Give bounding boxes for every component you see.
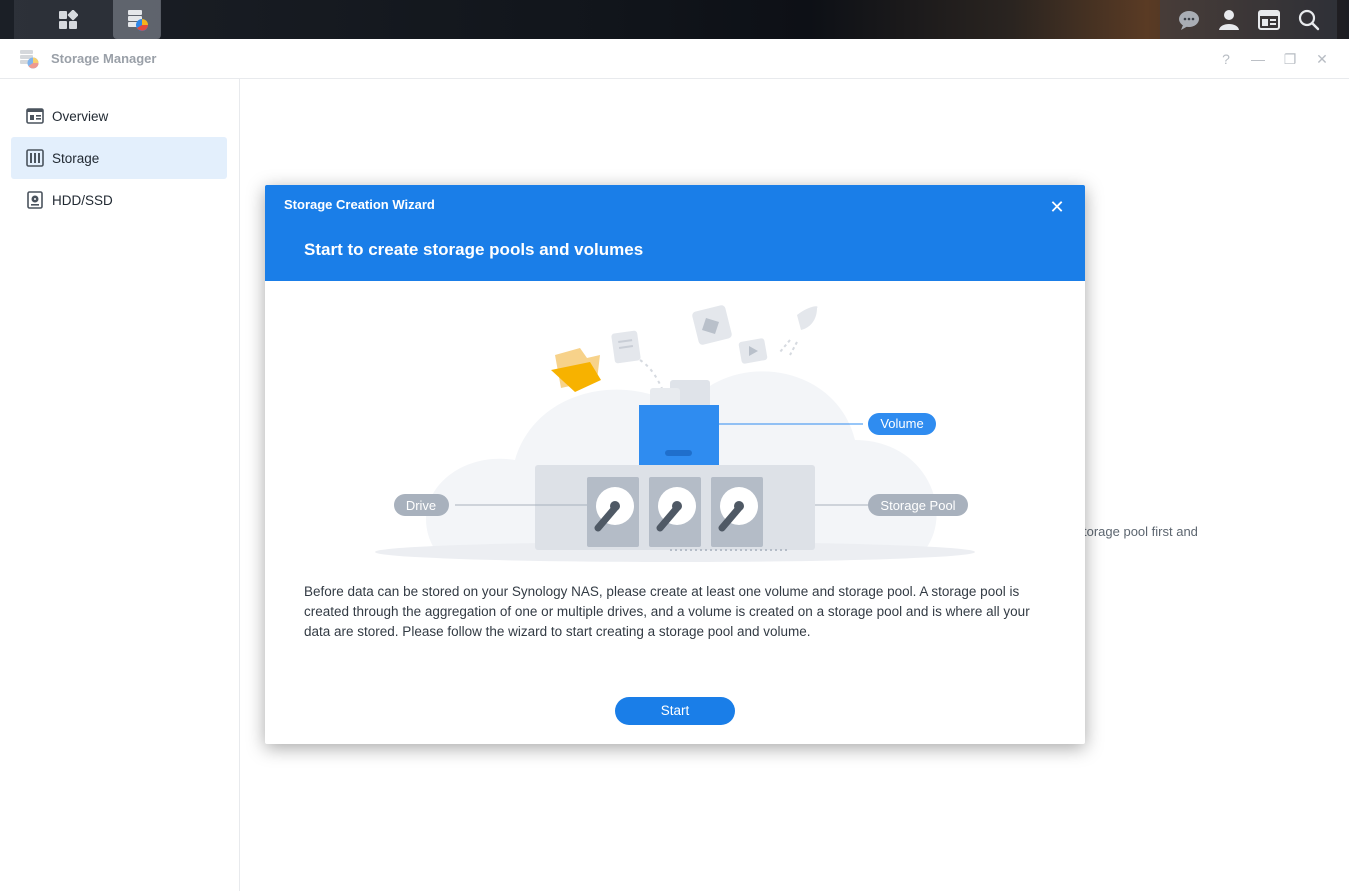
sidebar-item-label: HDD/SSD — [52, 192, 113, 208]
storage-illustration: Volume Drive Storage Pool — [375, 305, 975, 562]
storage-pool-label: Storage Pool — [880, 498, 955, 513]
sidebar-item-hdd-ssd[interactable]: HDD/SSD — [11, 179, 227, 221]
sidebar-item-overview[interactable]: Overview — [11, 95, 227, 137]
sidebar-item-label: Storage — [52, 150, 100, 166]
volume-label: Volume — [880, 416, 923, 431]
restore-button[interactable]: ❐ — [1280, 49, 1300, 69]
drive-3 — [711, 477, 763, 547]
storage-creation-wizard-dialog: Storage Creation Wizard ✕ Start to creat… — [265, 185, 1085, 744]
storage-manager-app-icon[interactable] — [113, 0, 161, 39]
background-message: torage pool first and — [1083, 524, 1198, 539]
wizard-heading: Start to create storage pools and volume… — [304, 240, 644, 259]
drive-label: Drive — [406, 498, 436, 513]
sidebar: Overview Storage HDD/SSD — [0, 79, 240, 891]
minimize-button[interactable]: — — [1248, 49, 1268, 69]
overview-icon — [26, 108, 44, 124]
rocket-icon — [797, 306, 818, 330]
start-button[interactable]: Start — [615, 697, 735, 725]
close-icon[interactable]: ✕ — [1046, 196, 1068, 218]
main-menu-icon[interactable] — [44, 0, 92, 39]
window-titlebar: Storage Manager ? — ❐ ✕ — [0, 39, 1349, 79]
drive-1 — [587, 477, 639, 547]
storage-icon — [26, 149, 44, 167]
desktop-taskbar — [0, 0, 1349, 39]
hdd-icon — [27, 191, 43, 209]
sidebar-item-label: Overview — [52, 108, 109, 124]
help-button[interactable]: ? — [1216, 49, 1236, 69]
search-icon[interactable] — [1285, 0, 1333, 39]
app-icon — [18, 48, 40, 75]
sidebar-item-storage[interactable]: Storage — [11, 137, 227, 179]
wizard-header: Storage Creation Wizard ✕ Start to creat… — [265, 185, 1085, 281]
wizard-title: Storage Creation Wizard — [284, 197, 435, 212]
close-window-button[interactable]: ✕ — [1312, 49, 1332, 69]
folder-icon — [551, 348, 601, 392]
wizard-description: Before data can be stored on your Synolo… — [304, 584, 1030, 639]
drive-2 — [649, 477, 701, 547]
window-title: Storage Manager — [51, 51, 157, 66]
